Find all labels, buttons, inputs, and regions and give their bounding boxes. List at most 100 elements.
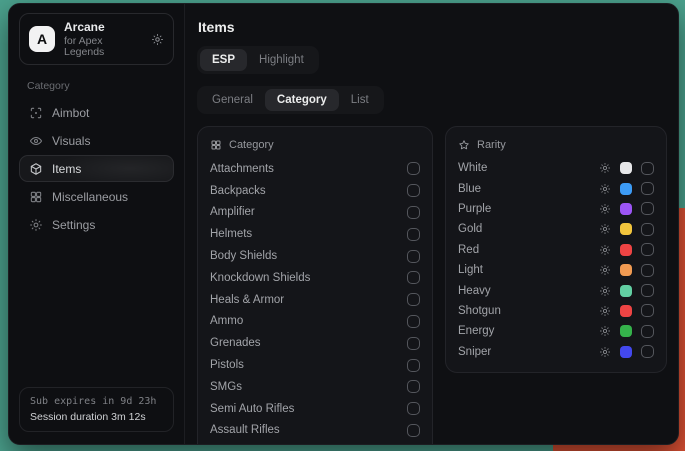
sidebar-item-label: Visuals (52, 134, 90, 148)
category-row: SMGs (210, 376, 420, 398)
mode-toggle: ESP Highlight (197, 46, 319, 74)
sub-expires-text: Sub expires in 9d 23h (30, 396, 163, 407)
rarity-row: Heavy (458, 280, 654, 300)
checkbox-blue[interactable] (641, 182, 654, 195)
checkbox-assault-rifles[interactable] (407, 424, 420, 437)
checkbox-white[interactable] (641, 162, 654, 175)
gear-icon[interactable] (599, 346, 611, 358)
category-row: Helmets (210, 223, 420, 245)
mode-esp-button[interactable]: ESP (200, 49, 247, 71)
sidebar-section-label: Category (27, 80, 174, 92)
gear-icon[interactable] (599, 183, 611, 195)
eye-icon (29, 134, 43, 148)
color-swatch-white[interactable] (620, 162, 632, 174)
desktop-backdrop: A Arcane for Apex Legends Category Aimbo… (0, 0, 685, 451)
checkbox-knockdown-shields[interactable] (407, 271, 420, 284)
checkbox-heals-armor[interactable] (407, 293, 420, 306)
category-row: Knockdown Shields (210, 267, 420, 289)
sidebar-item-miscellaneous[interactable]: Miscellaneous (19, 183, 174, 210)
checkbox-light[interactable] (641, 264, 654, 277)
sidebar-item-settings[interactable]: Settings (19, 211, 174, 238)
subscription-info-card: Sub expires in 9d 23h Session duration 3… (19, 387, 174, 432)
rarity-row: Energy (458, 321, 654, 341)
checkbox-ammo[interactable] (407, 315, 420, 328)
rarity-row: Red (458, 240, 654, 260)
main-content: Items ESP Highlight General Category Lis… (185, 4, 678, 444)
rarity-row: Gold (458, 219, 654, 239)
app-logo: A (29, 26, 55, 52)
rarity-row: White (458, 158, 654, 178)
gear-icon[interactable] (599, 264, 611, 276)
checkbox-semi-auto-rifles[interactable] (407, 402, 420, 415)
checkbox-pistols[interactable] (407, 359, 420, 372)
page-title: Items (198, 19, 667, 35)
category-row: Heals & Armor (210, 289, 420, 311)
category-row: Attachments (210, 158, 420, 180)
gear-icon[interactable] (599, 305, 611, 317)
tab-list[interactable]: List (339, 89, 381, 111)
arcane-menu-window: A Arcane for Apex Legends Category Aimbo… (8, 3, 679, 445)
gear-icon[interactable] (599, 162, 611, 174)
sidebar-item-items[interactable]: Items (19, 155, 174, 182)
sidebar-item-label: Settings (52, 218, 95, 232)
gear-icon (29, 218, 43, 232)
category-row: Grenades (210, 332, 420, 354)
color-swatch-red[interactable] (620, 244, 632, 256)
checkbox-attachments[interactable] (407, 162, 420, 175)
sidebar-item-aimbot[interactable]: Aimbot (19, 99, 174, 126)
tab-general[interactable]: General (200, 89, 265, 111)
checkbox-shotgun[interactable] (641, 304, 654, 317)
grid-icon (210, 139, 222, 151)
category-row: Amplifier (210, 202, 420, 224)
category-panel: Category Attachments Backpacks Amplifier… (197, 126, 433, 445)
tab-category[interactable]: Category (265, 89, 339, 111)
gear-icon[interactable] (599, 325, 611, 337)
category-row: Body Shields (210, 245, 420, 267)
checkbox-body-shields[interactable] (407, 250, 420, 263)
checkbox-energy[interactable] (641, 325, 654, 338)
checkbox-sniper[interactable] (641, 345, 654, 358)
checkbox-purple[interactable] (641, 202, 654, 215)
checkbox-amplifier[interactable] (407, 206, 420, 219)
gear-icon[interactable] (599, 244, 611, 256)
checkbox-smgs[interactable] (407, 380, 420, 393)
app-subtitle: for Apex Legends (64, 36, 142, 57)
category-row: Pistols (210, 354, 420, 376)
sidebar-item-visuals[interactable]: Visuals (19, 127, 174, 154)
checkbox-grenades[interactable] (407, 337, 420, 350)
sidebar: A Arcane for Apex Legends Category Aimbo… (9, 4, 185, 444)
color-swatch-blue[interactable] (620, 183, 632, 195)
color-swatch-heavy[interactable] (620, 285, 632, 297)
color-swatch-energy[interactable] (620, 325, 632, 337)
color-swatch-shotgun[interactable] (620, 305, 632, 317)
color-swatch-light[interactable] (620, 264, 632, 276)
rarity-row: Sniper (458, 342, 654, 362)
checkbox-helmets[interactable] (407, 228, 420, 241)
grid-icon (29, 190, 43, 204)
color-swatch-purple[interactable] (620, 203, 632, 215)
gear-icon[interactable] (599, 285, 611, 297)
checkbox-backpacks[interactable] (407, 184, 420, 197)
category-row: LMGs (210, 441, 420, 445)
mode-highlight-button[interactable]: Highlight (247, 49, 316, 71)
checkbox-gold[interactable] (641, 223, 654, 236)
sidebar-item-label: Aimbot (52, 106, 89, 120)
gear-icon[interactable] (599, 203, 611, 215)
app-name: Arcane (64, 21, 142, 33)
panels-row: Category Attachments Backpacks Amplifier… (197, 126, 667, 444)
rarity-row: Blue (458, 178, 654, 198)
rarity-row: Purple (458, 199, 654, 219)
star-icon (458, 139, 470, 151)
rarity-panel: Rarity White Blue Purple (445, 126, 667, 373)
category-row: Ammo (210, 311, 420, 333)
sidebar-item-label: Items (52, 162, 81, 176)
checkbox-heavy[interactable] (641, 284, 654, 297)
color-swatch-sniper[interactable] (620, 346, 632, 358)
color-swatch-gold[interactable] (620, 223, 632, 235)
category-row: Assault Rifles (210, 420, 420, 442)
view-tabs: General Category List (197, 86, 384, 114)
category-row: Semi Auto Rifles (210, 398, 420, 420)
checkbox-red[interactable] (641, 243, 654, 256)
gear-icon[interactable] (599, 223, 611, 235)
gear-icon[interactable] (151, 33, 164, 46)
